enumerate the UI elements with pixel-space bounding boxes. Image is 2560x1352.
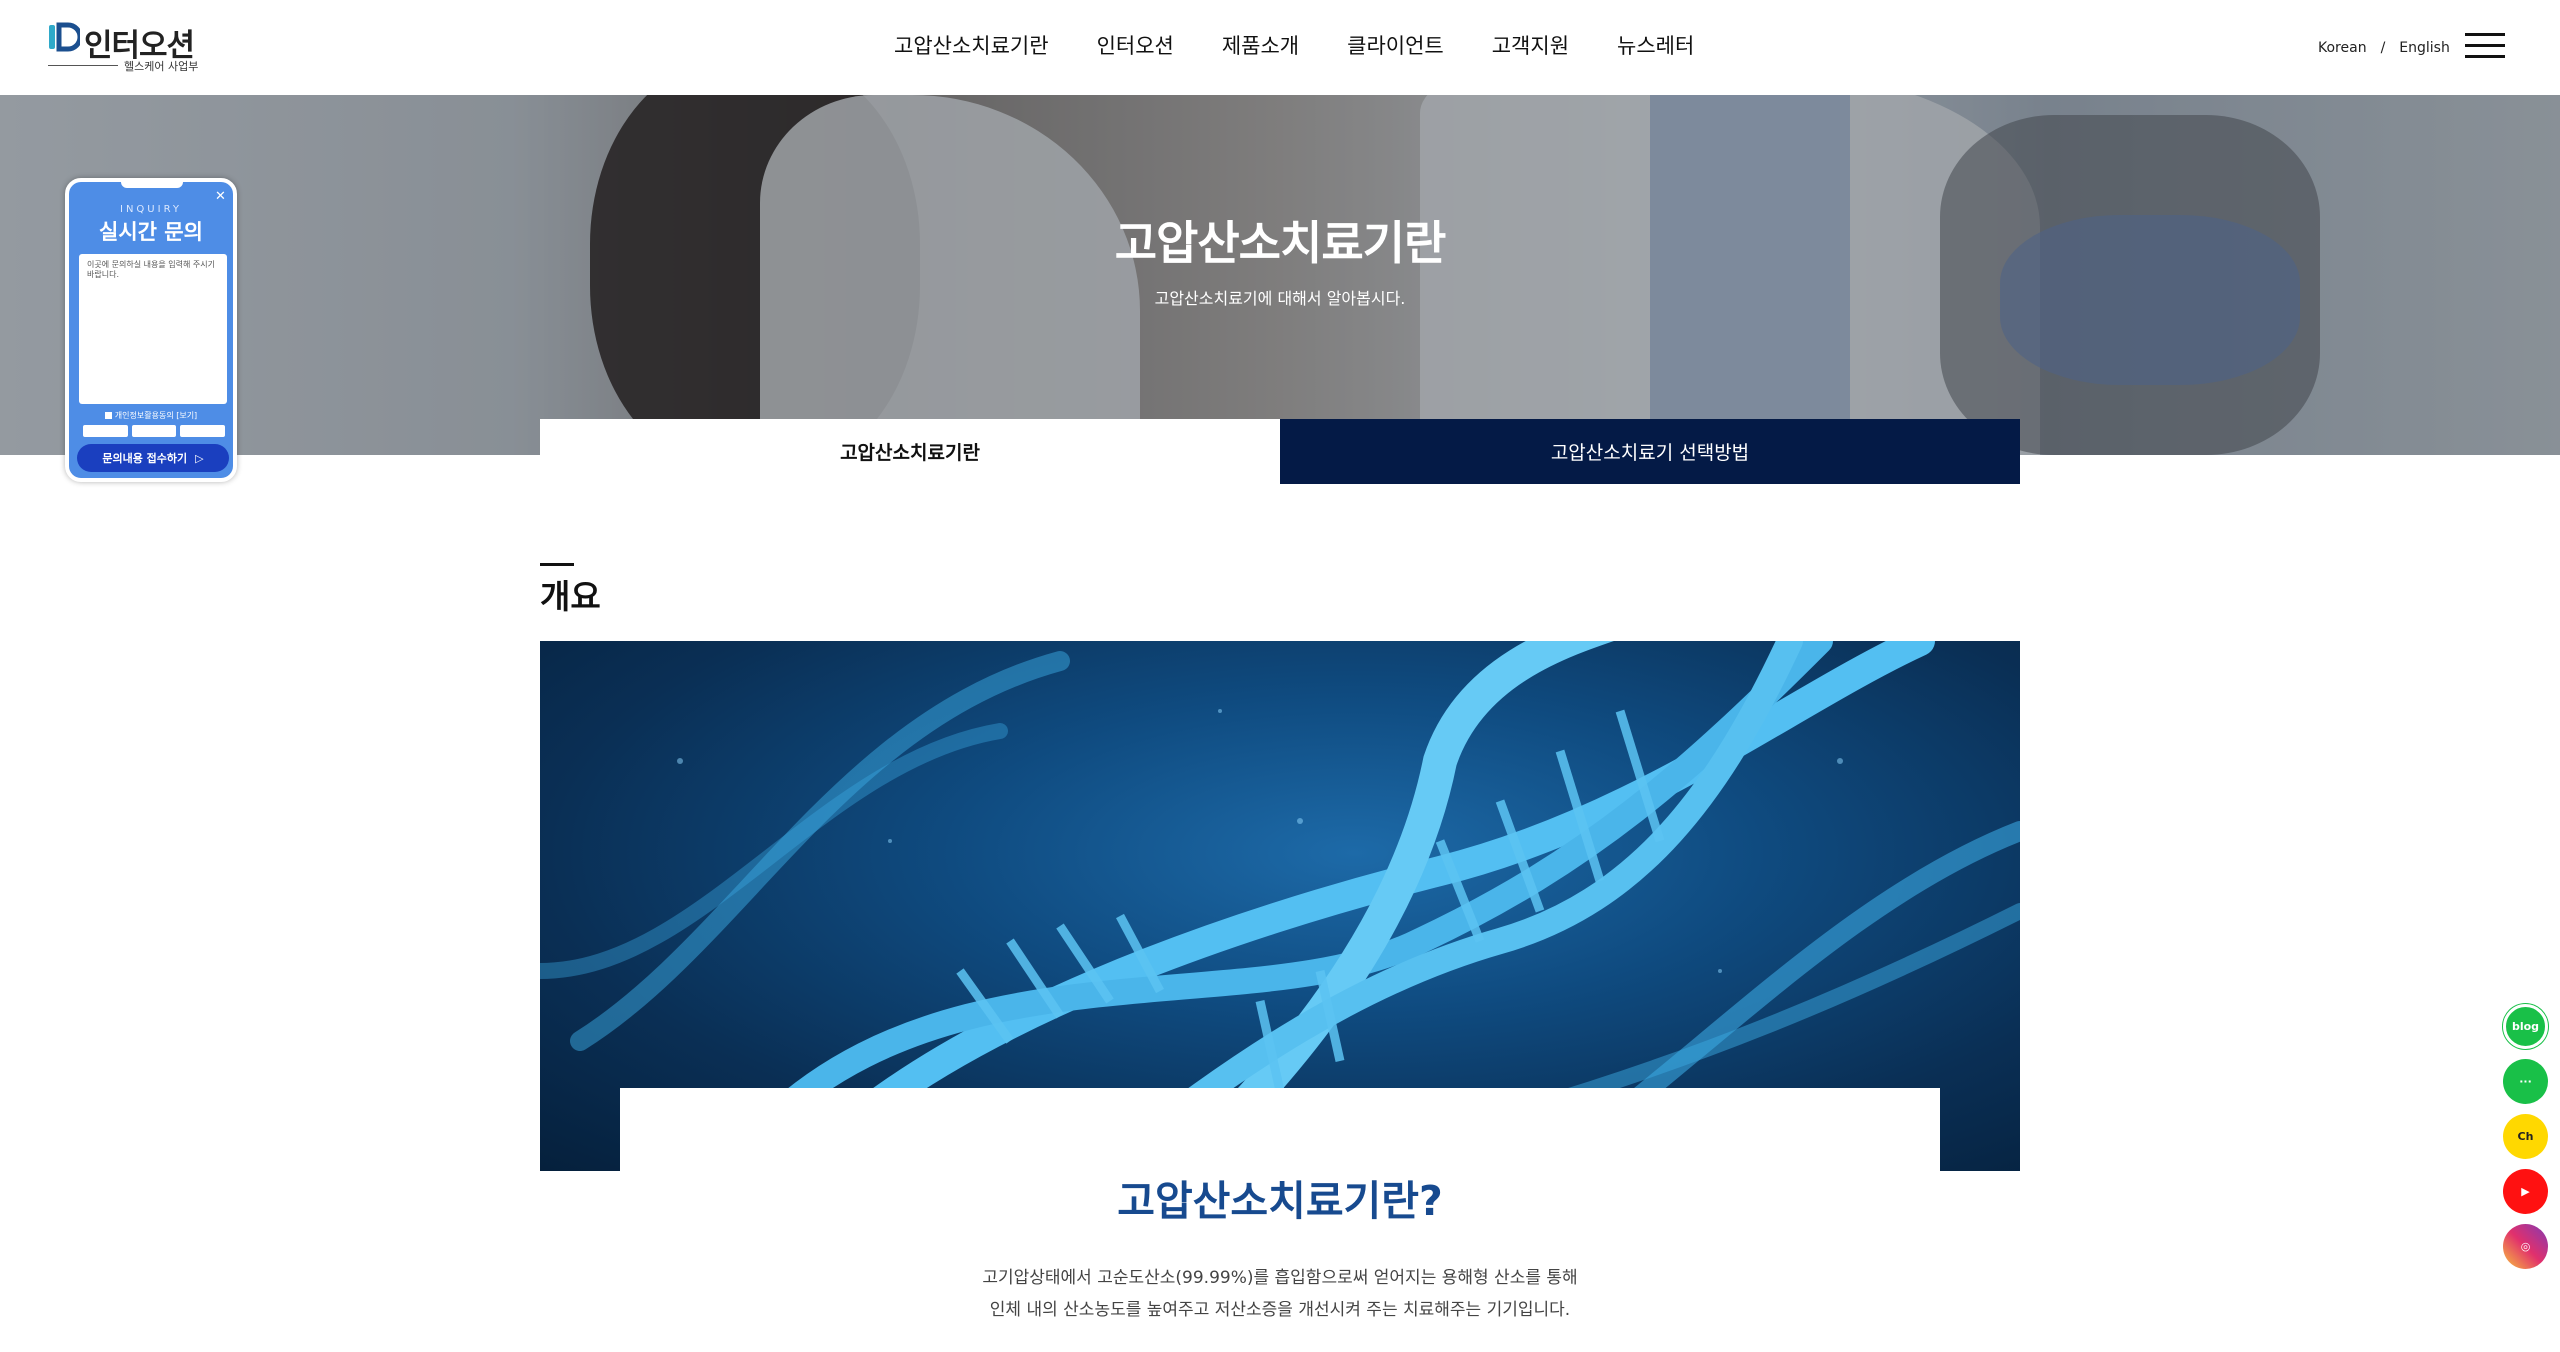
- send-icon: ▷: [195, 451, 204, 465]
- nav-item-clients[interactable]: 클라이언트: [1323, 30, 1468, 60]
- tab-hbot-selection[interactable]: 고압산소치료기 선택방법: [1280, 419, 2020, 484]
- submit-inquiry-button[interactable]: 문의내용 접수하기 ▷: [77, 444, 229, 472]
- lang-separator: /: [2380, 40, 2386, 56]
- close-icon[interactable]: ✕: [215, 189, 226, 204]
- submit-inquiry-label: 문의내용 접수하기: [102, 452, 188, 465]
- menu-line: [2465, 44, 2505, 47]
- consent-label: 개인정보활용동의 [보기]: [114, 411, 198, 420]
- site-header: 인터오션 헬스케어 사업부 고압산소치료기란 인터오션 제품소개 클라이언트 고…: [0, 0, 2560, 95]
- language-switcher: Korean / English: [2318, 40, 2450, 56]
- phone-field-3[interactable]: [180, 425, 226, 437]
- tab-hbot-intro[interactable]: 고압산소치료기란: [540, 419, 1280, 484]
- phone-notch: [121, 180, 183, 188]
- contact-fields: [83, 425, 226, 437]
- nav-item-support[interactable]: 고객지원: [1468, 30, 1593, 60]
- inquiry-textarea[interactable]: 이곳에 문의하실 내용을 입력해 주시기 바랍니다.: [79, 254, 227, 404]
- description-line-2: 인체 내의 산소농도를 높여주고 저산소증을 개선시켜 주는 치료해주는 기기입…: [989, 1300, 1571, 1321]
- sns-quick-links: blog ··· Ch ▶ ◎: [2503, 1004, 2549, 1269]
- section-title: 개요: [540, 577, 601, 616]
- blog-icon[interactable]: blog: [2503, 1004, 2548, 1049]
- menu-line: [2465, 55, 2505, 58]
- instagram-icon[interactable]: ◎: [2503, 1224, 2548, 1269]
- hero-overlay: [0, 95, 2560, 455]
- menu-line: [2465, 33, 2505, 36]
- description-line-1: 고기압상태에서 고순도산소(99.99%)를 흡입함으로써 얻어지는 용해형 산…: [982, 1268, 1578, 1288]
- nav-item-interocean[interactable]: 인터오션: [1073, 30, 1198, 60]
- lang-english-link[interactable]: English: [2399, 40, 2450, 56]
- menu-icon[interactable]: [2465, 33, 2505, 59]
- content-description: 고기압상태에서 고순도산소(99.99%)를 흡입함으로써 얻어지는 용해형 산…: [0, 1262, 2560, 1327]
- nav-item-hbot[interactable]: 고압산소치료기란: [870, 30, 1073, 60]
- channel-icon[interactable]: Ch: [2503, 1114, 2548, 1159]
- logo-subtitle: 헬스케어 사업부: [124, 60, 199, 73]
- hero-subtitle: 고압산소치료기에 대해서 알아봅시다.: [1154, 289, 1406, 308]
- content-title: 고압산소치료기란?: [1117, 1177, 1443, 1225]
- privacy-consent[interactable]: 개인정보활용동의 [보기]: [69, 410, 233, 421]
- inquiry-title: 실시간 문의: [99, 220, 203, 244]
- logo-mark-icon: [49, 22, 80, 52]
- lang-korean-link[interactable]: Korean: [2318, 40, 2367, 56]
- sub-tabs: 고압산소치료기란 고압산소치료기 선택방법: [540, 419, 2020, 484]
- logo-divider: [48, 65, 118, 66]
- section-title-bar: [540, 563, 574, 566]
- phone-field-2[interactable]: [131, 425, 177, 437]
- nav-item-products[interactable]: 제품소개: [1198, 30, 1323, 60]
- phone-field-1[interactable]: [83, 425, 128, 437]
- youtube-icon[interactable]: ▶: [2503, 1169, 2548, 1214]
- consent-checkbox[interactable]: [104, 412, 112, 419]
- hero-banner: 고압산소치료기란 고압산소치료기에 대해서 알아봅시다.: [0, 95, 2560, 455]
- talk-icon[interactable]: ···: [2503, 1059, 2548, 1104]
- nav-item-newsletter[interactable]: 뉴스레터: [1593, 30, 1718, 60]
- inquiry-widget: ✕ INQUIRY 실시간 문의 이곳에 문의하실 내용을 입력해 주시기 바랍…: [65, 178, 237, 482]
- hero-title: 고압산소치료기란: [1114, 216, 1447, 270]
- logo[interactable]: 인터오션 헬스케어 사업부: [48, 20, 198, 76]
- main-nav: 고압산소치료기란 인터오션 제품소개 클라이언트 고객지원 뉴스레터: [870, 30, 1718, 60]
- inquiry-eyebrow: INQUIRY: [120, 204, 182, 215]
